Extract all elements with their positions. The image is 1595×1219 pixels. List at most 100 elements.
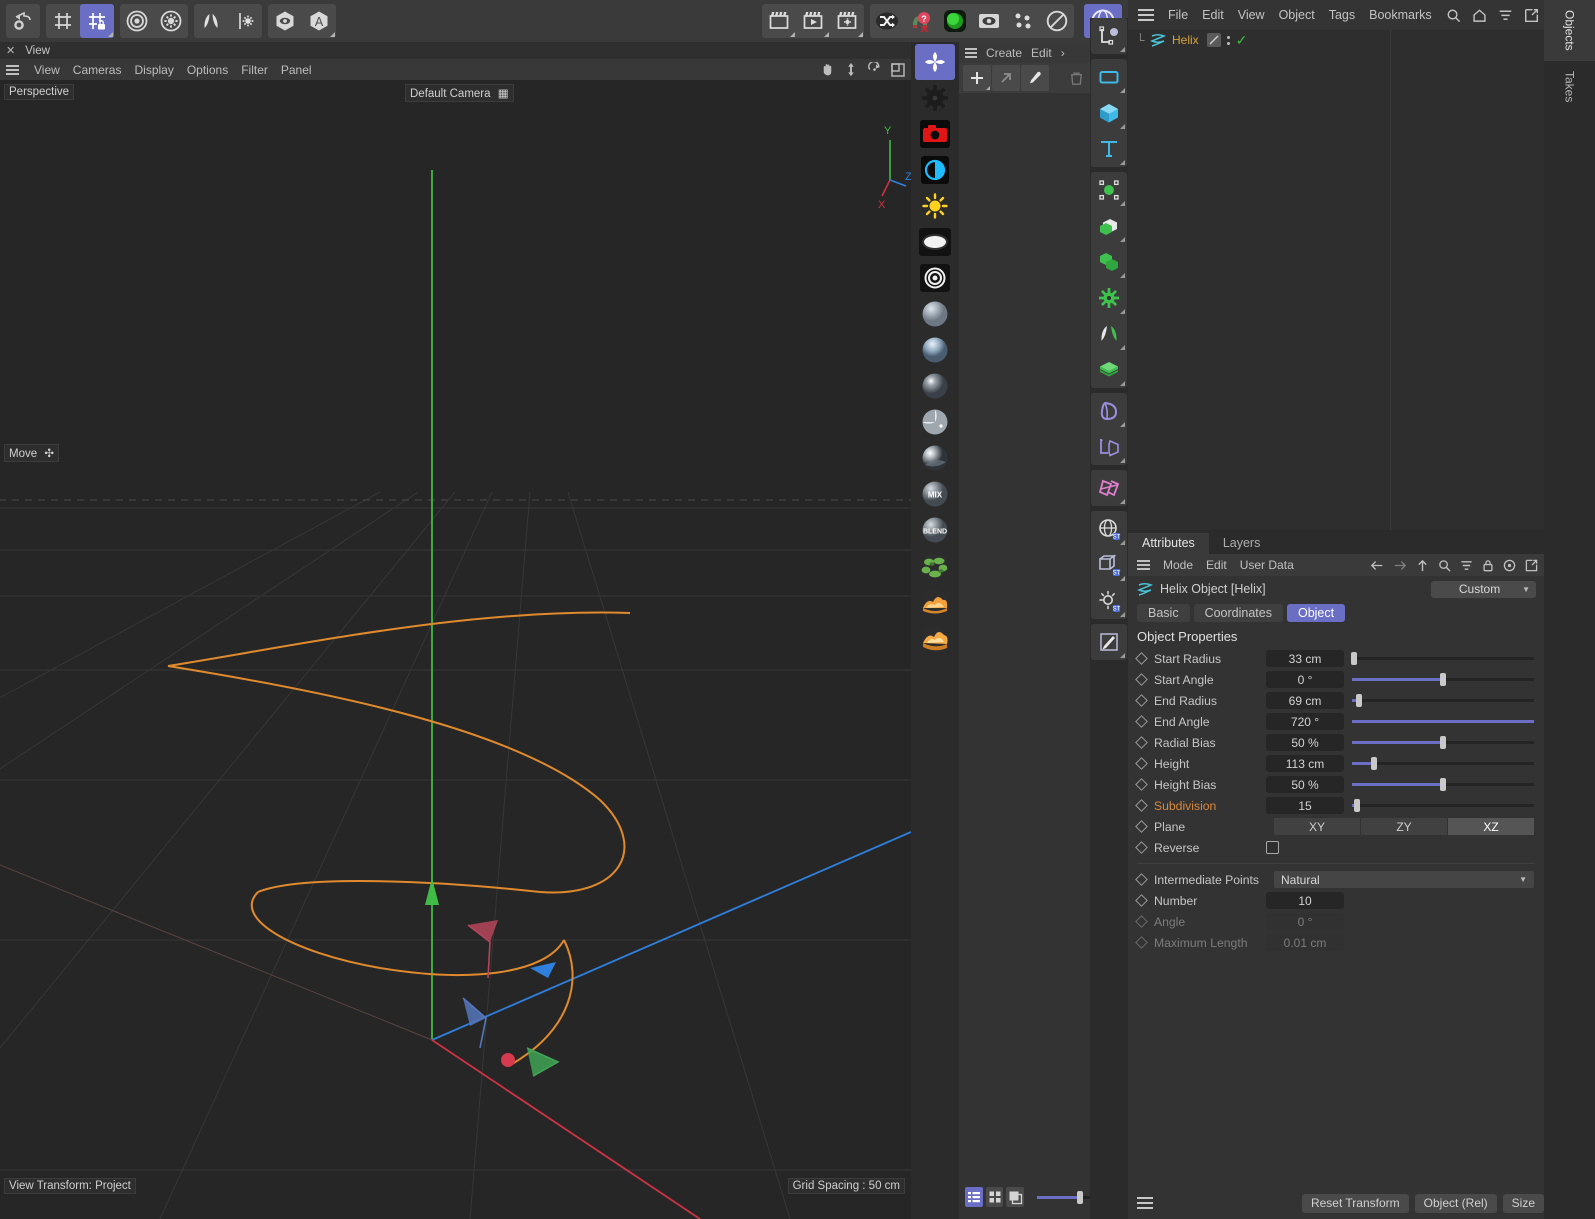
bend-deformer-icon[interactable] [1091,470,1127,506]
om-menu-edit[interactable]: Edit [1202,8,1224,22]
magnet-question-icon[interactable]: ? [904,4,938,38]
viewport-menu-panel[interactable]: Panel [281,63,312,77]
keyframe-diamond-icon[interactable] [1135,715,1148,728]
property-value-field[interactable]: 15 [1266,797,1344,814]
viewport-menu-cameras[interactable]: Cameras [73,63,122,77]
floor-st-icon[interactable]: ST [1091,547,1127,583]
popout-icon[interactable] [1525,559,1538,572]
filter-icon[interactable] [1460,559,1473,572]
size-dropdown[interactable]: Size [1502,1193,1544,1213]
keyframe-diamond-icon[interactable] [1135,652,1148,665]
plane-option-zy[interactable]: ZY [1361,818,1448,835]
viewport-menu-display[interactable]: Display [134,63,173,77]
property-value-field[interactable]: 10 [1266,892,1344,909]
material-manager-body[interactable] [959,93,1090,1175]
property-value-field[interactable]: 50 % [1266,734,1344,751]
material-camera-red-icon[interactable] [915,116,955,152]
property-value-field[interactable]: 113 cm [1266,755,1344,772]
annotation-a-icon[interactable]: A [302,4,336,38]
viewport-menu-view[interactable]: View [34,63,60,77]
menu-hamburger-icon[interactable] [965,47,977,58]
move-vertical-icon[interactable] [844,62,858,77]
object-row-helix[interactable]: └ Helix ✓ [1128,30,1544,50]
keyframe-diamond-icon[interactable] [1135,673,1148,686]
property-value-field[interactable]: 0 ° [1266,671,1344,688]
material-mix-sphere-icon[interactable]: MIX [915,476,955,512]
delete-trash-icon[interactable] [1062,65,1090,91]
subtab-object[interactable]: Object [1286,603,1346,622]
keyframe-diamond-icon[interactable] [1135,799,1148,812]
preset-dropdown[interactable]: Custom ▼ [1431,580,1536,598]
menu-hamburger-icon[interactable] [6,64,19,75]
back-arrow-icon[interactable] [1370,559,1384,572]
large-icon-view-icon[interactable] [1006,1187,1025,1207]
reset-transform-button[interactable]: Reset Transform [1301,1193,1409,1213]
camera-lock-icon[interactable]: ▦ [498,88,509,100]
mat-menu-edit[interactable]: Edit [1031,46,1052,60]
keyframe-diamond-icon[interactable] [1135,841,1148,854]
property-slider[interactable] [1352,734,1534,751]
render-view-icon[interactable] [762,4,796,38]
render-settings-icon[interactable] [830,4,864,38]
vtab-objects[interactable]: Objects [1544,0,1595,61]
eye-hex-icon[interactable] [268,4,302,38]
material-sphere-blue-icon[interactable] [915,332,955,368]
spline-pen-icon[interactable] [1091,18,1127,54]
slider-knob[interactable] [1356,694,1363,707]
property-value-field[interactable]: 69 cm [1266,692,1344,709]
keyframe-diamond-icon[interactable] [1135,873,1148,886]
keyframe-diamond-icon[interactable] [1135,894,1148,907]
material-rings-target-icon[interactable] [915,260,955,296]
close-icon[interactable]: ✕ [6,44,15,57]
material-moss-icon[interactable] [915,548,955,584]
visibility-dots-icon[interactable] [1226,35,1230,45]
forward-arrow-icon[interactable] [1393,559,1407,572]
light-st-icon[interactable]: ST [1091,583,1127,619]
lock-icon[interactable] [1482,559,1494,572]
slider-knob[interactable] [1353,799,1360,812]
keyframe-diamond-icon[interactable] [1135,778,1148,791]
search-icon[interactable] [1438,559,1451,572]
property-slider[interactable] [1352,755,1534,772]
plane-option-xz[interactable]: XZ [1448,818,1534,835]
subdivision-icon[interactable] [1091,244,1127,280]
environment-st-icon[interactable]: ST [1091,511,1127,547]
property-slider[interactable] [1352,776,1534,793]
filter-icon[interactable] [1498,8,1513,23]
phong-tag-icon[interactable] [1206,33,1221,47]
property-slider[interactable] [1352,713,1534,730]
slider-knob[interactable] [1440,778,1446,791]
sweep-purple-icon[interactable] [1091,429,1127,465]
mirror-icon[interactable] [194,4,228,38]
material-light-capsule-icon[interactable] [915,224,955,260]
viewport-menu-options[interactable]: Options [187,63,228,77]
material-sphere-dark-icon[interactable] [915,368,955,404]
slider-knob[interactable] [1370,757,1377,770]
up-arrow-icon[interactable] [1416,559,1429,572]
material-zoom-slider[interactable] [1037,1190,1104,1204]
om-menu-tags[interactable]: Tags [1329,8,1355,22]
viewport-canvas[interactable]: Y Z X Perspective Default Camera ▦ Move … [0,80,911,1219]
target-rings-icon[interactable] [120,4,154,38]
om-menu-object[interactable]: Object [1279,8,1315,22]
mat-menu-create[interactable]: Create [986,46,1022,60]
grid-lock-icon[interactable] [80,4,114,38]
at-menu-mode[interactable]: Mode [1163,558,1193,572]
layers-green-icon[interactable] [1091,352,1127,388]
property-slider[interactable] [1352,692,1534,709]
list-view-icon[interactable] [965,1187,983,1207]
eyedropper-icon[interactable] [1021,65,1049,91]
loft-purple-icon[interactable] [1091,393,1127,429]
null-object-icon[interactable] [1091,172,1127,208]
om-menu-view[interactable]: View [1238,8,1265,22]
property-value-field[interactable]: 33 cm [1266,650,1344,667]
material-shuriken-icon[interactable] [915,44,955,80]
keyframe-diamond-icon[interactable] [1135,820,1148,833]
deformer-gear-icon[interactable] [1091,280,1127,316]
subtab-coordinates[interactable]: Coordinates [1193,603,1283,622]
at-menu-edit[interactable]: Edit [1206,558,1227,572]
viewport-menu-filter[interactable]: Filter [241,63,268,77]
tab-attributes[interactable]: Attributes [1128,533,1209,554]
keyframe-diamond-icon[interactable] [1135,736,1148,749]
grid-icon[interactable] [46,4,80,38]
